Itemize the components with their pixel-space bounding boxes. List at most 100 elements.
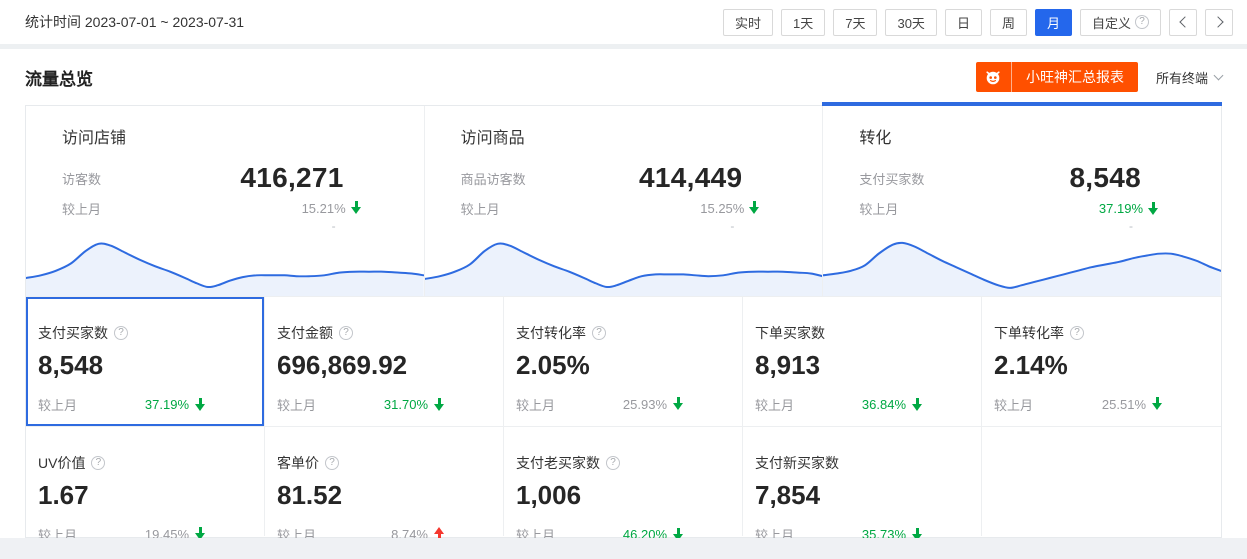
change-percent: 36.84% (862, 397, 906, 412)
metric-value: 696,869.92 (277, 352, 503, 378)
card-visit-shop[interactable]: 访问店铺 访客数 416,271 较上月 15.21% - (26, 106, 425, 296)
metric-name: 下单转化率 (994, 323, 1064, 343)
metric-value: 1.67 (38, 482, 264, 508)
metric-cell-order-buyers[interactable]: 下单买家数 8,913 较上月 36.84% (743, 297, 982, 427)
change-percent: 25.51% (1102, 397, 1146, 412)
stat-time-label: 统计时间 2023-07-01 ~ 2023-07-31 (25, 12, 244, 32)
help-icon (1135, 15, 1149, 29)
metric-cell-empty (982, 427, 1221, 536)
metric-grid: 支付买家数 8,548 较上月 37.19% 支付金额 696,869.92 较… (26, 297, 1221, 536)
arrow-down-icon (351, 201, 362, 214)
metric-name: 支付转化率 (516, 323, 586, 343)
product-visits-sparkline (425, 224, 823, 296)
metric-value: 414,449 (639, 164, 822, 192)
range-button-month[interactable]: 月 (1035, 9, 1072, 36)
range-button-day[interactable]: 日 (945, 9, 982, 36)
card-title: 转化 (859, 124, 1221, 148)
metric-cell-uv-value[interactable]: UV价值 1.67 较上月 19.45% (26, 427, 265, 536)
metric-name: 客单价 (277, 453, 319, 473)
help-icon[interactable] (325, 456, 339, 470)
shop-visits-sparkline (26, 224, 424, 296)
metric-cell-avg-order-value[interactable]: 客单价 81.52 较上月 8.74% (265, 427, 504, 536)
arrow-down-icon (1152, 397, 1163, 410)
card-visit-product[interactable]: 访问商品 商品访客数 414,449 较上月 15.25% - (425, 106, 824, 296)
compare-label: 较上月 (62, 199, 101, 218)
help-icon[interactable] (339, 326, 353, 340)
compare-label: 较上月 (755, 395, 794, 414)
card-title: 访问商品 (461, 124, 823, 148)
overview-cards: 访问店铺 访客数 416,271 较上月 15.21% - (26, 106, 1221, 297)
page-title: 流量总览 (25, 65, 93, 90)
chevron-down-icon (1214, 70, 1224, 80)
metric-label: 访客数 (62, 169, 101, 188)
range-button-custom[interactable]: 自定义 (1080, 9, 1161, 36)
metric-value: 2.05% (516, 352, 742, 378)
change-percent: 15.21% (302, 201, 346, 216)
section-header: 流量总览 小旺神汇总报表 所有终端 (0, 49, 1247, 105)
conversion-sparkline (823, 224, 1221, 296)
metric-name: 支付金额 (277, 323, 333, 343)
metric-value: 8,913 (755, 352, 981, 378)
change-percent: 15.25% (700, 201, 744, 216)
help-icon[interactable] (91, 456, 105, 470)
robot-icon (976, 62, 1012, 92)
card-title: 访问店铺 (62, 124, 424, 148)
date-range-toolbar: 统计时间 2023-07-01 ~ 2023-07-31 实时 1天 7天 30… (0, 0, 1247, 49)
compare-label: 较上月 (994, 395, 1033, 414)
metric-value: 81.52 (277, 482, 503, 508)
metric-value: 416,271 (240, 164, 423, 192)
metric-cell-old-buyers[interactable]: 支付老买家数 1,006 较上月 46.20% (504, 427, 743, 536)
range-button-7day[interactable]: 7天 (833, 9, 877, 36)
card-conversion[interactable]: 转化 支付买家数 8,548 较上月 37.19% - (823, 106, 1221, 296)
prev-period-button[interactable] (1169, 9, 1197, 36)
compare-label: 较上月 (461, 199, 500, 218)
metric-name: 支付新买家数 (755, 453, 839, 473)
arrow-down-icon (434, 398, 445, 411)
traffic-overview-panel: 访问店铺 访客数 416,271 较上月 15.21% - (25, 105, 1222, 538)
arrow-down-icon (673, 397, 684, 410)
change-percent: 37.19% (145, 397, 189, 412)
metric-cell-pay-amount[interactable]: 支付金额 696,869.92 较上月 31.70% (265, 297, 504, 427)
metric-value: 1,006 (516, 482, 742, 508)
page-background-strip (0, 538, 1247, 559)
metric-cell-pay-conversion[interactable]: 支付转化率 2.05% 较上月 25.93% (504, 297, 743, 427)
metric-label: 支付买家数 (859, 169, 924, 188)
terminal-select[interactable]: 所有终端 (1156, 68, 1222, 87)
metric-value: 7,854 (755, 482, 981, 508)
arrow-down-icon (195, 398, 206, 411)
metric-name: UV价值 (38, 453, 85, 473)
help-icon[interactable] (606, 456, 620, 470)
metric-name: 下单买家数 (755, 323, 825, 343)
range-button-realtime[interactable]: 实时 (723, 9, 773, 36)
arrow-down-icon (749, 201, 760, 214)
compare-label: 较上月 (38, 395, 77, 414)
chevron-right-icon (1212, 16, 1223, 27)
metric-value: 8,548 (38, 352, 264, 378)
change-percent: 31.70% (384, 397, 428, 412)
help-icon[interactable] (1070, 326, 1084, 340)
terminal-select-value: 所有终端 (1156, 68, 1208, 87)
metric-name: 支付老买家数 (516, 453, 600, 473)
header-actions: 小旺神汇总报表 所有终端 (976, 62, 1222, 92)
range-button-1day[interactable]: 1天 (781, 9, 825, 36)
help-icon[interactable] (114, 326, 128, 340)
metric-value: 8,548 (1069, 164, 1221, 192)
next-period-button[interactable] (1205, 9, 1233, 36)
chevron-left-icon (1179, 16, 1190, 27)
metric-label: 商品访客数 (461, 169, 526, 188)
arrow-down-icon (912, 398, 923, 411)
summary-report-button[interactable]: 小旺神汇总报表 (976, 62, 1138, 92)
range-button-30day[interactable]: 30天 (885, 9, 936, 36)
metric-cell-new-buyers[interactable]: 支付新买家数 7,854 较上月 35.73% (743, 427, 982, 536)
compare-label: 较上月 (516, 395, 555, 414)
compare-label: 较上月 (859, 199, 898, 218)
metric-cell-pay-buyers[interactable]: 支付买家数 8,548 较上月 37.19% (26, 297, 265, 427)
compare-label: 较上月 (277, 395, 316, 414)
metric-value: 2.14% (994, 352, 1221, 378)
metric-cell-order-conversion[interactable]: 下单转化率 2.14% 较上月 25.51% (982, 297, 1221, 427)
metric-name: 支付买家数 (38, 323, 108, 343)
change-percent: 37.19% (1099, 201, 1143, 216)
range-button-week[interactable]: 周 (990, 9, 1027, 36)
help-icon[interactable] (592, 326, 606, 340)
arrow-down-icon (1148, 202, 1159, 215)
